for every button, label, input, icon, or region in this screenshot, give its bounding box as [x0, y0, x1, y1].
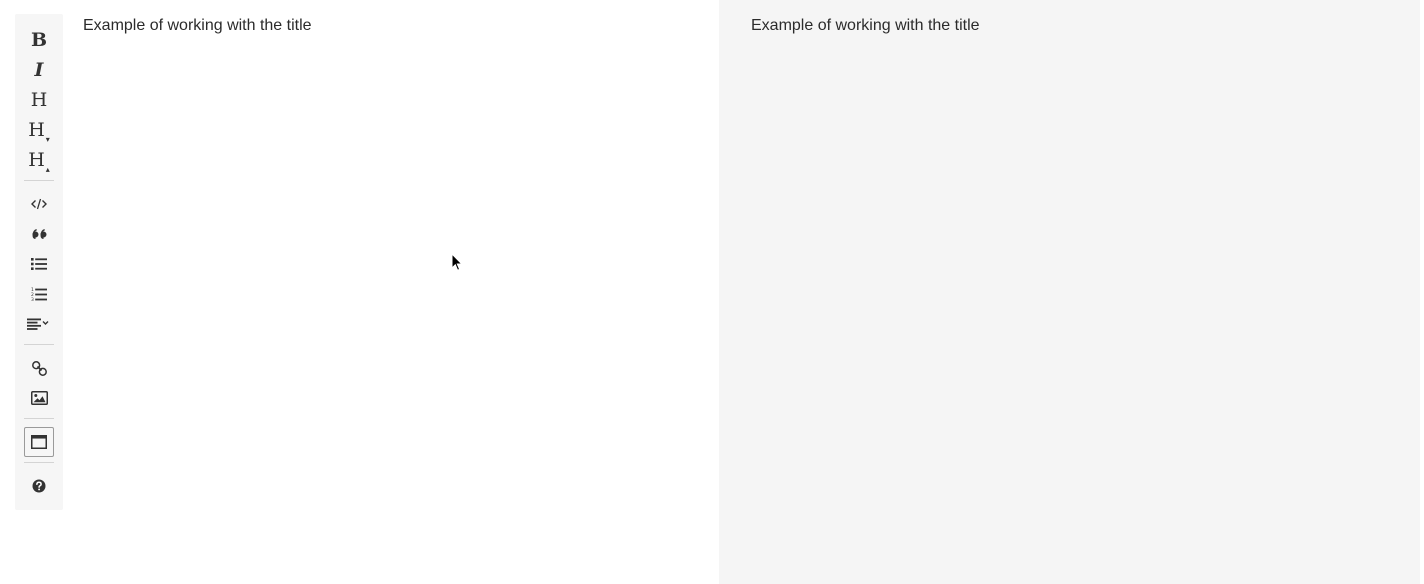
code-icon	[31, 198, 47, 210]
heading-bigger-button[interactable]: H ▴	[24, 145, 54, 175]
bold-icon: B	[30, 28, 48, 51]
italic-icon: I	[34, 58, 44, 81]
heading-bigger-icon: H ▴	[28, 148, 50, 174]
preview-pane: Example of working with the title	[719, 0, 1420, 584]
heading-icon: H	[30, 88, 48, 111]
link-button[interactable]	[24, 353, 54, 383]
link-icon	[31, 360, 47, 376]
ordered-list-icon: 1 2 3	[31, 287, 47, 302]
editor-text-line[interactable]: Example of working with the title	[83, 17, 312, 35]
editor-pane[interactable]: Example of working with the title	[63, 0, 719, 584]
quote-icon	[32, 228, 47, 240]
side-by-side-icon	[31, 435, 47, 449]
toolbar-separator	[24, 344, 54, 345]
image-icon	[30, 391, 48, 405]
italic-button[interactable]: I	[24, 55, 54, 85]
heading-smaller-icon: H ▾	[28, 118, 50, 144]
ordered-list-button[interactable]: 1 2 3	[24, 279, 54, 309]
svg-text:3: 3	[31, 297, 34, 302]
side-by-side-button[interactable]	[24, 427, 54, 457]
help-icon	[32, 479, 46, 493]
unordered-list-button[interactable]	[24, 249, 54, 279]
preview-text: Example of working with the title	[751, 17, 980, 34]
heading-button[interactable]: H	[24, 85, 54, 115]
toolbar-separator	[24, 418, 54, 419]
toolbar-separator	[24, 462, 54, 463]
bold-button[interactable]: B	[24, 25, 54, 55]
code-button[interactable]	[24, 189, 54, 219]
markdown-editor-app: B I H H ▾ H ▴ 1 2 3 Example of working w…	[0, 0, 1424, 584]
editor-toolbar: B I H H ▾ H ▴ 1 2 3	[15, 14, 63, 510]
image-button[interactable]	[24, 383, 54, 413]
help-button[interactable]	[24, 471, 54, 501]
heading-smaller-button[interactable]: H ▾	[24, 115, 54, 145]
scrollbar[interactable]	[1420, 0, 1424, 48]
mouse-cursor-icon	[451, 253, 463, 273]
toolbar-separator	[24, 180, 54, 181]
unordered-list-icon	[31, 257, 47, 271]
quote-button[interactable]	[24, 219, 54, 249]
align-dropdown-icon	[27, 318, 51, 330]
align-dropdown-button[interactable]	[24, 309, 54, 339]
